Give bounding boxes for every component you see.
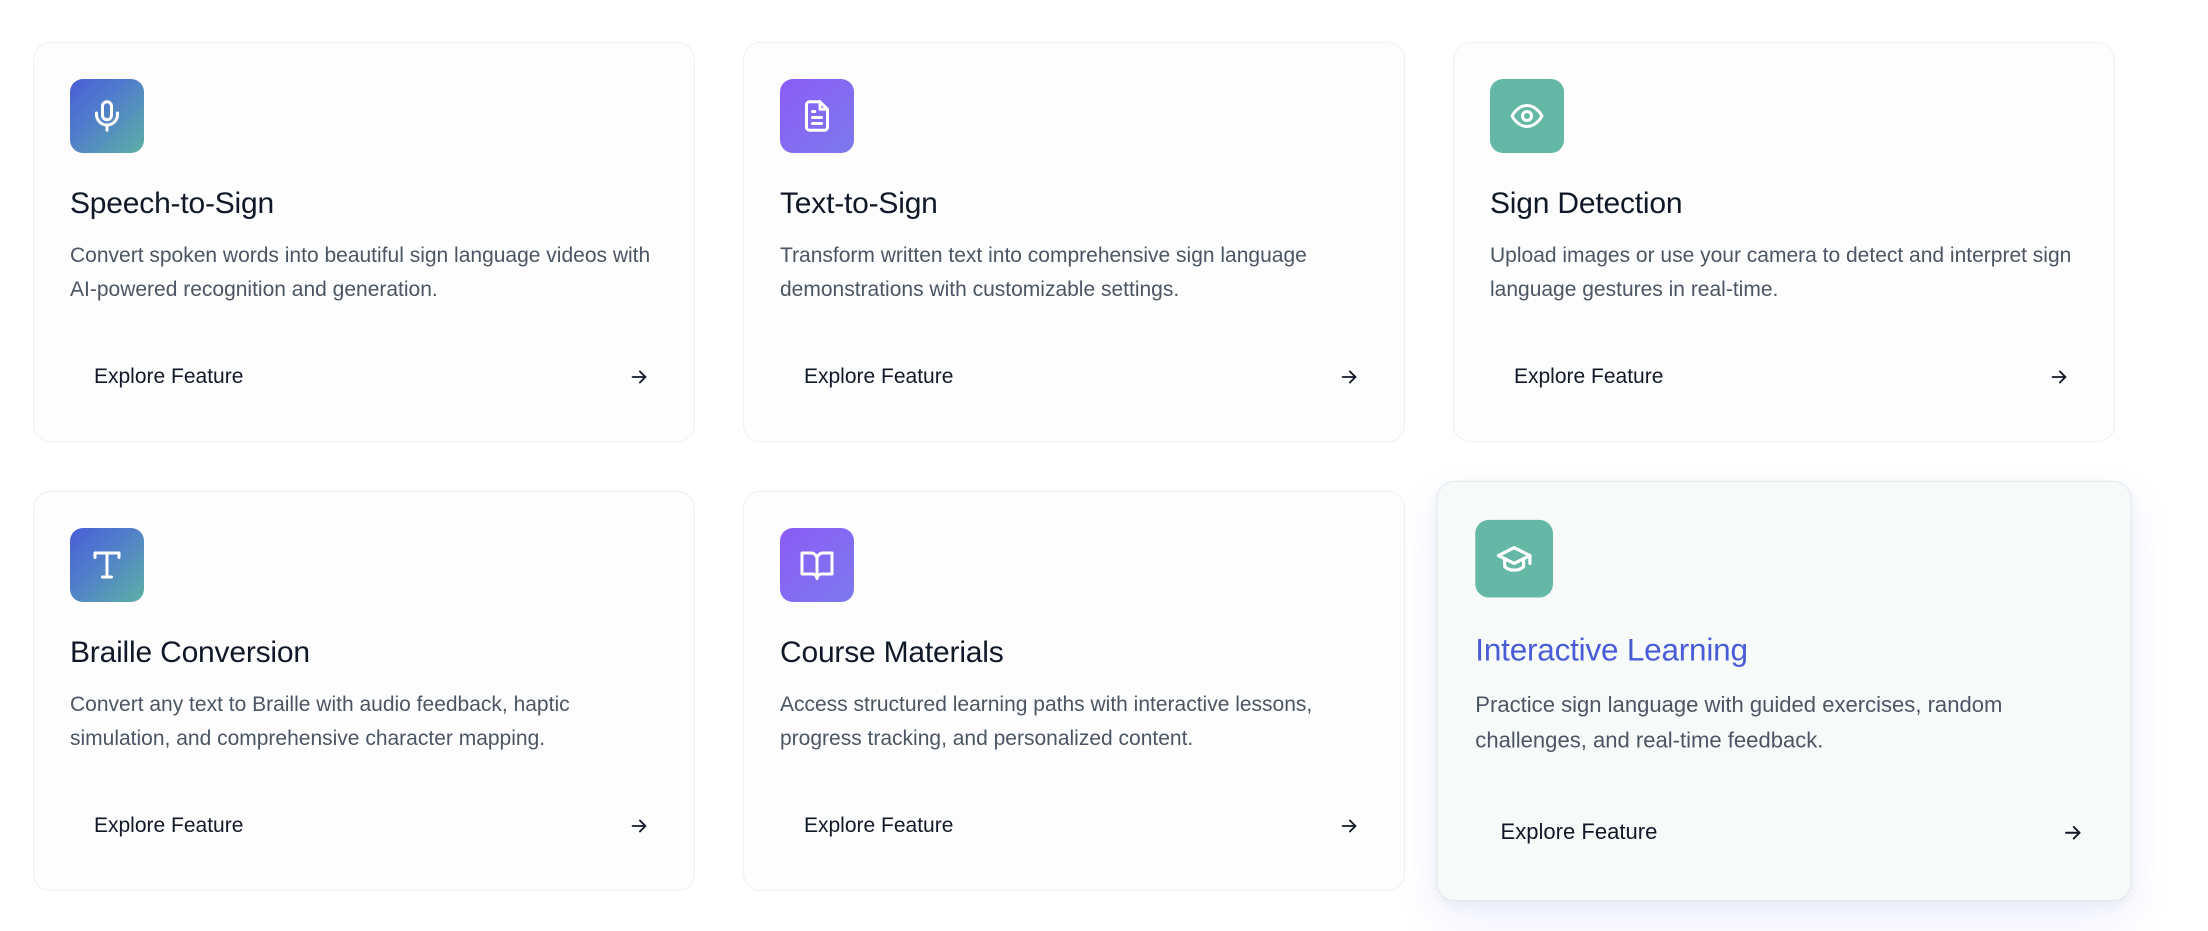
explore-feature-button[interactable]: Explore Feature [94,359,650,395]
feature-description: Convert any text to Braille with audio f… [70,693,570,750]
feature-title: Interactive Learning [1475,633,1748,668]
explore-feature-label: Explore Feature [1500,820,1658,845]
feature-title: Braille Conversion [70,636,310,669]
book-open-icon [780,528,854,602]
arrow-right-icon [628,366,650,388]
feature-title: Speech-to-Sign [70,187,274,220]
eye-icon [1490,79,1564,153]
explore-feature-label: Explore Feature [94,365,244,388]
arrow-right-icon [2061,821,2084,844]
feature-title: Text-to-Sign [780,187,938,220]
arrow-right-icon [1338,815,1360,837]
type-icon [70,528,144,602]
explore-feature-label: Explore Feature [804,814,954,837]
graduation-cap-icon [1475,519,1553,598]
explore-feature-button[interactable]: Explore Feature [94,808,650,844]
explore-feature-label: Explore Feature [94,814,244,837]
microphone-icon [70,79,144,153]
explore-feature-label: Explore Feature [804,365,954,388]
feature-title: Sign Detection [1490,187,1683,220]
feature-description: Practice sign language with guided exerc… [1475,693,2003,753]
feature-description: Transform written text into comprehensiv… [780,244,1307,301]
document-icon [780,79,854,153]
explore-feature-button[interactable]: Explore Feature [804,808,1360,844]
explore-feature-button[interactable]: Explore Feature [1501,814,2085,852]
feature-description: Access structured learning paths with in… [780,693,1313,750]
explore-feature-label: Explore Feature [1514,365,1664,388]
feature-card-braille-conversion[interactable]: Braille Conversion Convert any text to B… [33,491,695,891]
feature-description: Upload images or use your camera to dete… [1490,244,2072,301]
explore-feature-button[interactable]: Explore Feature [804,359,1360,395]
feature-card-sign-detection[interactable]: Sign Detection Upload images or use your… [1453,42,2115,442]
explore-feature-button[interactable]: Explore Feature [1514,359,2070,395]
feature-title: Course Materials [780,636,1004,669]
feature-card-speech-to-sign[interactable]: Speech-to-Sign Convert spoken words into… [33,42,695,442]
feature-card-text-to-sign[interactable]: Text-to-Sign Transform written text into… [743,42,1405,442]
arrow-right-icon [2048,366,2070,388]
feature-card-course-materials[interactable]: Course Materials Access structured learn… [743,491,1405,891]
arrow-right-icon [1338,366,1360,388]
feature-description: Convert spoken words into beautiful sign… [70,244,651,301]
arrow-right-icon [628,815,650,837]
feature-card-interactive-learning[interactable]: Interactive Learning Practice sign langu… [1436,481,2132,901]
